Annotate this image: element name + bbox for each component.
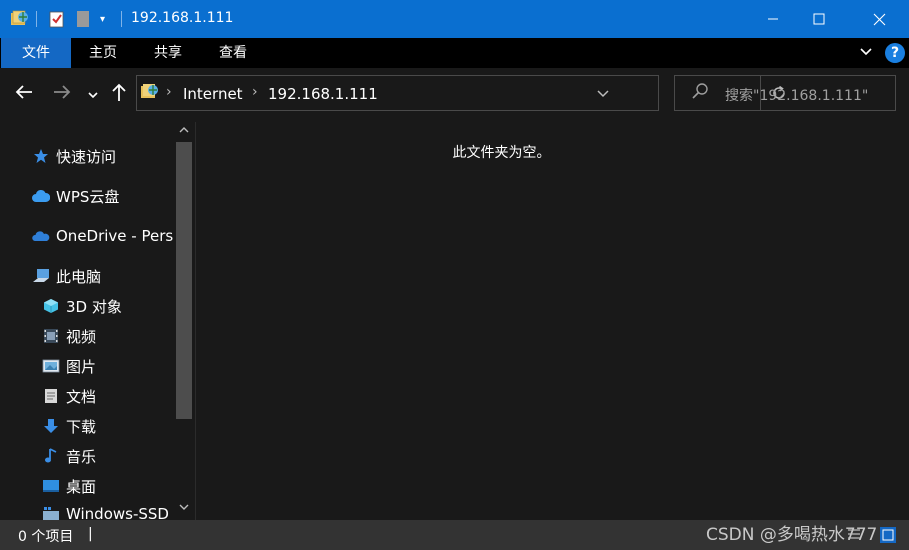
sidebar-item-this-pc[interactable]: 此电脑: [32, 265, 172, 287]
network-location-icon: [140, 82, 160, 106]
sidebar-item-downloads[interactable]: 下载: [42, 415, 172, 437]
file-list-area[interactable]: 此文件夹为空。: [196, 122, 909, 520]
ribbon-tabs: 文件 主页 共享 查看 ?: [0, 38, 909, 68]
search-icon: [691, 82, 709, 107]
desktop-icon: [42, 477, 60, 495]
picture-icon: [42, 357, 60, 375]
navigation-pane: 快速访问 WPS云盘 OneDrive - Perso 此电脑 3D 对象 视频: [0, 122, 196, 520]
sidebar-scrollbar[interactable]: [174, 122, 194, 520]
close-button[interactable]: [856, 0, 902, 38]
customize-toolbar-icon[interactable]: ▾: [100, 0, 105, 38]
ribbon-expand-chevron-icon[interactable]: [858, 44, 874, 64]
folder-network-icon[interactable]: [10, 0, 30, 38]
details-view-icon[interactable]: [846, 527, 862, 543]
cube-icon: [42, 297, 60, 315]
recent-locations-chevron-icon[interactable]: [87, 86, 99, 106]
sidebar-item-windows-ssd[interactable]: Windows-SSD: [42, 505, 172, 520]
window-title: 192.168.1.111: [131, 10, 234, 26]
separator-icon: [36, 0, 37, 38]
sidebar-item-desktop[interactable]: 桌面: [42, 475, 172, 497]
cloud-icon: [32, 187, 50, 205]
properties-icon[interactable]: [49, 0, 65, 38]
document-icon: [42, 387, 60, 405]
tab-view[interactable]: 查看: [202, 38, 264, 68]
title-bar: ▾ 192.168.1.111: [0, 0, 909, 38]
sidebar-item-documents[interactable]: 文档: [42, 385, 172, 407]
onedrive-icon: [32, 227, 50, 245]
status-separator: |: [88, 526, 93, 542]
music-note-icon: [42, 447, 60, 465]
new-folder-icon[interactable]: [76, 0, 90, 38]
up-arrow-icon[interactable]: [110, 82, 128, 107]
help-icon[interactable]: ?: [885, 43, 905, 63]
search-box[interactable]: 搜索"192.168.1.111": [674, 75, 896, 111]
large-icons-view-icon[interactable]: [880, 527, 896, 543]
forward-arrow-icon[interactable]: [52, 83, 72, 106]
sidebar-item-videos[interactable]: 视频: [42, 325, 172, 347]
breadcrumb-ip-address[interactable]: 192.168.1.111: [268, 85, 378, 103]
separator-icon: [121, 0, 122, 38]
navigation-bar: › Internet › 192.168.1.111 搜索"192.168.1.…: [0, 68, 909, 118]
sidebar-item-music[interactable]: 音乐: [42, 445, 172, 467]
tab-share[interactable]: 共享: [137, 38, 199, 68]
back-arrow-icon[interactable]: [14, 83, 34, 106]
scroll-down-chevron-icon[interactable]: [174, 502, 194, 515]
search-placeholder: 搜索"192.168.1.111": [725, 88, 869, 104]
minimize-button[interactable]: [750, 0, 796, 38]
sidebar-item-pictures[interactable]: 图片: [42, 355, 172, 377]
film-icon: [42, 327, 60, 345]
sidebar-item-3d-objects[interactable]: 3D 对象: [42, 295, 172, 317]
address-bar[interactable]: › Internet › 192.168.1.111: [136, 75, 785, 111]
sidebar-item-quick-access[interactable]: 快速访问: [32, 145, 172, 167]
breadcrumb-internet[interactable]: Internet: [183, 85, 243, 103]
download-arrow-icon: [42, 417, 60, 435]
drive-icon: [42, 505, 60, 520]
star-icon: [32, 147, 50, 165]
sidebar-item-wps-cloud[interactable]: WPS云盘: [32, 185, 172, 207]
empty-folder-message: 此文件夹为空。: [452, 145, 551, 161]
scroll-up-chevron-icon[interactable]: [174, 125, 194, 138]
item-count: 0 个项目: [18, 529, 74, 545]
sidebar-item-onedrive[interactable]: OneDrive - Perso: [32, 225, 174, 247]
address-history-chevron-icon[interactable]: [596, 86, 610, 104]
breadcrumb-chevron-icon[interactable]: ›: [166, 84, 172, 100]
computer-icon: [32, 267, 50, 285]
maximize-button[interactable]: [796, 0, 842, 38]
tab-home[interactable]: 主页: [72, 38, 134, 68]
tab-file[interactable]: 文件: [1, 38, 71, 68]
scrollbar-thumb[interactable]: [176, 142, 192, 419]
breadcrumb-chevron-icon[interactable]: ›: [252, 84, 258, 100]
